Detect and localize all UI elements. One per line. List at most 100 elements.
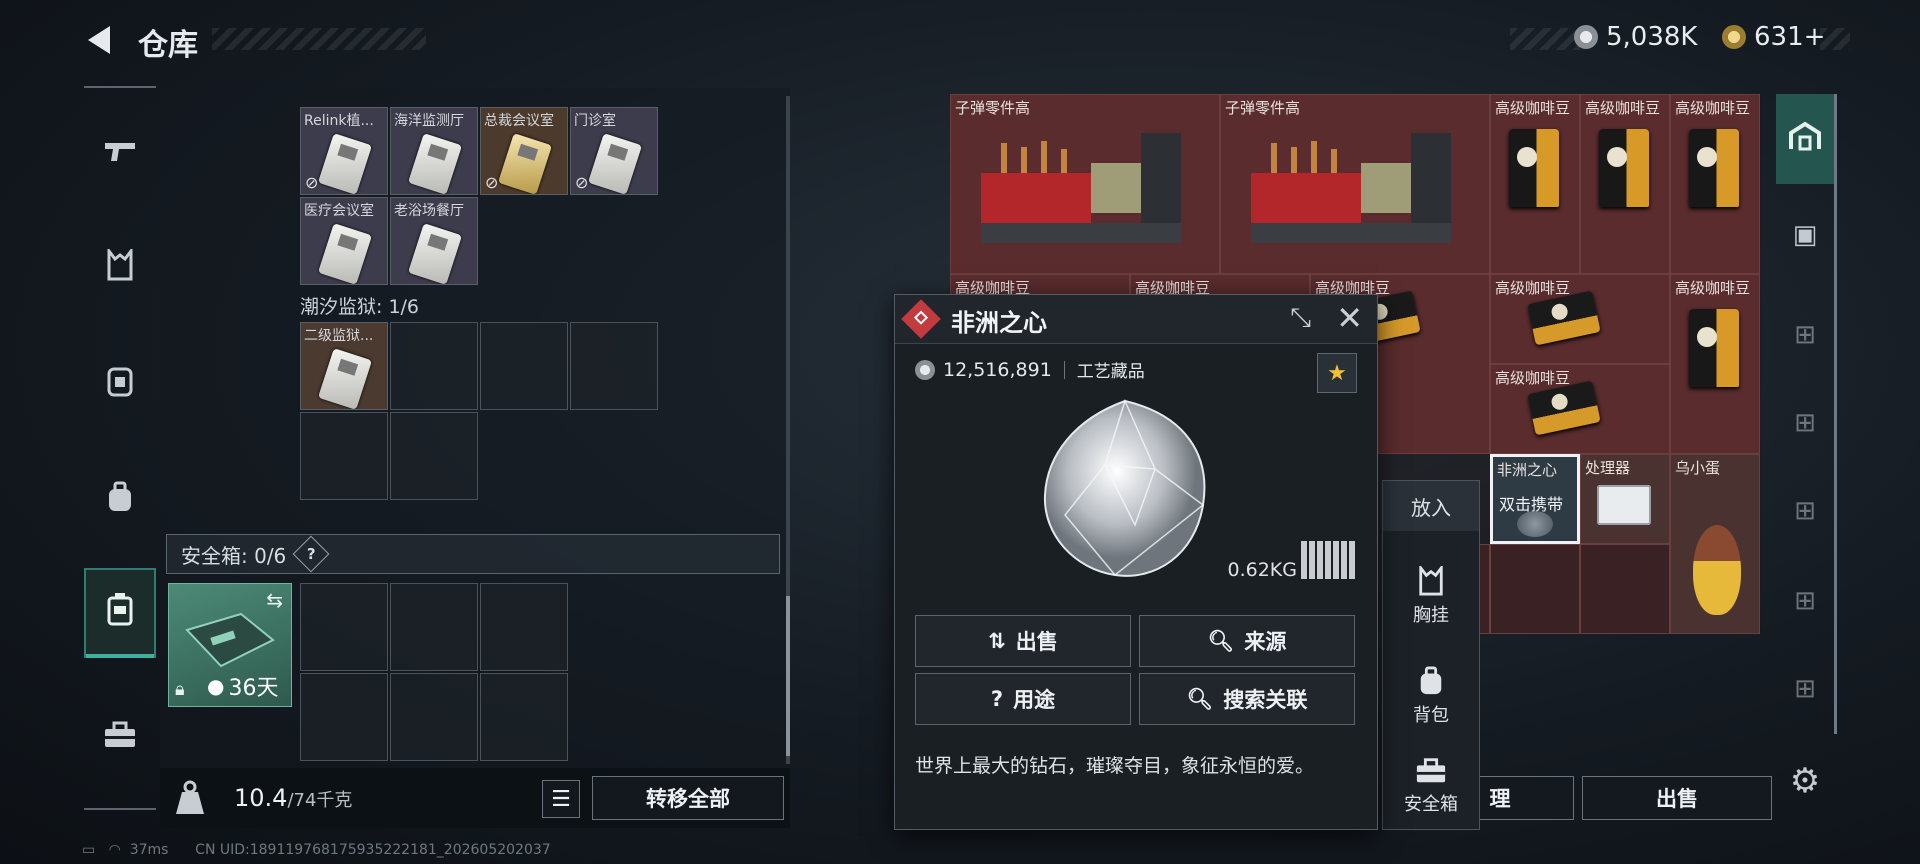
back-button[interactable]: [82, 22, 118, 58]
rail-warehouse-tab[interactable]: [1776, 94, 1834, 184]
key-card-item[interactable]: 门诊室 ⊘: [570, 107, 658, 195]
backpack-icon: [105, 481, 135, 521]
empty-slot[interactable]: [390, 412, 478, 500]
divider: [1063, 360, 1065, 379]
empty-slot[interactable]: [300, 412, 388, 500]
item-label: 高级咖啡豆: [1495, 279, 1571, 297]
timer-value: 36天: [228, 676, 279, 701]
empty-slot[interactable]: [390, 673, 478, 761]
ctx-safebox-label: 安全箱: [1404, 793, 1458, 815]
key-card-item[interactable]: 二级监狱...: [300, 322, 388, 410]
left-scrollbar-track: [786, 96, 790, 764]
collapse-icon[interactable]: ⤡: [1290, 303, 1311, 334]
key-card-item[interactable]: 总裁会议室 ⊘: [480, 107, 568, 195]
empty-slot[interactable]: [1580, 544, 1670, 634]
slot-icon: ⊞: [1794, 320, 1816, 350]
currency-tokens[interactable]: 631+: [1722, 22, 1825, 52]
safe-box-title: 安全箱: 0/6: [181, 543, 287, 568]
help-icon[interactable]: ?: [292, 535, 330, 573]
item-label: 门诊室: [574, 113, 616, 129]
stash-item[interactable]: 高级咖啡豆: [1670, 94, 1760, 274]
empty-slot[interactable]: [390, 322, 478, 410]
empty-slot[interactable]: [300, 673, 388, 761]
stash-item[interactable]: 高级咖啡豆: [1490, 274, 1670, 364]
slot-icon: ⊞: [1794, 496, 1816, 526]
weight-readout: 10.4/74千克: [234, 784, 352, 812]
token-amount: 631+: [1754, 22, 1826, 52]
sell-button[interactable]: ⇅ 出售: [915, 615, 1131, 667]
rail-slot-tab[interactable]: ⊞: [1776, 466, 1834, 556]
list-view-button[interactable]: ☰: [542, 780, 580, 818]
stash-item[interactable]: 处理器: [1580, 454, 1670, 544]
left-scrollbar-thumb[interactable]: [786, 596, 790, 756]
backpack-icon: [1417, 666, 1445, 701]
warehouse-icon: [1788, 121, 1822, 158]
back-arrow-icon: [88, 26, 110, 54]
stash-item[interactable]: 乌小蛋: [1670, 454, 1760, 634]
item-name: 非洲之心: [951, 309, 1047, 337]
rail-backpack-tab[interactable]: [84, 456, 156, 546]
coffee-bag-icon: [1527, 290, 1601, 346]
item-label: Relink植...: [304, 113, 374, 129]
key-card-item[interactable]: 老浴场餐厅: [390, 197, 478, 285]
vest-icon: [1417, 563, 1445, 601]
empty-slot[interactable]: [480, 673, 568, 761]
rail-weapon-tab[interactable]: [84, 108, 156, 198]
empty-slot[interactable]: [480, 583, 568, 671]
rail-toolbox-tab[interactable]: [84, 694, 156, 784]
ammo-crate-icon: [981, 133, 1181, 243]
weight-current: 10.4: [234, 784, 288, 812]
stash-sell-button[interactable]: 出售: [1582, 776, 1772, 820]
ctx-backpack-item[interactable]: 背包: [1383, 651, 1479, 741]
safe-box-item[interactable]: ⇆ 🔒︎ ● 36天: [168, 583, 292, 707]
stash-item[interactable]: 高级咖啡豆: [1490, 94, 1580, 274]
gun-icon: [103, 136, 137, 171]
item-label: 乌小蛋: [1675, 459, 1721, 477]
rail-safebox-tab[interactable]: [84, 568, 156, 658]
source-button[interactable]: 🔍︎ 来源: [1139, 615, 1355, 667]
keycard-icon: [317, 348, 373, 409]
coffee-bag-icon: [1689, 309, 1739, 387]
diamond-thumb-icon: [1517, 511, 1553, 537]
empty-slot[interactable]: [570, 322, 658, 410]
coffee-bag-icon: [1689, 129, 1739, 207]
settings-button[interactable]: ⚙: [1776, 736, 1834, 826]
key-card-item[interactable]: 医疗会议室: [300, 197, 388, 285]
rail-vest-tab[interactable]: [84, 224, 156, 314]
rail-slot-tab[interactable]: ▣: [1776, 190, 1834, 280]
stash-item[interactable]: 高级咖啡豆: [1670, 274, 1760, 454]
rail-slot-tab[interactable]: ⊞: [1776, 556, 1834, 646]
ctx-vest-item[interactable]: 胸挂: [1383, 551, 1479, 641]
close-icon[interactable]: ✕: [1336, 299, 1363, 337]
swap-icon[interactable]: ⇆: [266, 588, 283, 612]
item-detail-popup: 非洲之心 ⤡ ✕ 12,516,891 工艺藏品 ★ 0.62KG ⇅ 出售 🔍︎…: [894, 294, 1378, 830]
rail-slot-tab[interactable]: ⊞: [1776, 644, 1834, 734]
rail-armor-tab[interactable]: [84, 340, 156, 430]
item-label: 高级咖啡豆: [1495, 369, 1571, 387]
key-card-item[interactable]: 海洋监测厅: [390, 107, 478, 195]
stash-item[interactable]: 非洲之心 双击携带: [1490, 454, 1580, 544]
page-title: 仓库: [138, 28, 198, 63]
rail-slot-tab[interactable]: ⊞: [1776, 378, 1834, 468]
item-label: 总裁会议室: [484, 113, 554, 129]
currency-end-decoration: [1820, 28, 1850, 50]
search-icon: 🔍︎: [1207, 628, 1235, 653]
ctx-safebox-item[interactable]: 安全箱: [1383, 743, 1479, 829]
key-card-item[interactable]: Relink植... ⊘: [300, 107, 388, 195]
empty-slot[interactable]: [480, 322, 568, 410]
stash-item[interactable]: 子弹零件高: [950, 94, 1220, 274]
stash-item[interactable]: 高级咖啡豆: [1580, 94, 1670, 274]
favorite-star-icon[interactable]: ★: [1317, 353, 1357, 393]
transfer-all-button[interactable]: 转移全部: [592, 776, 784, 820]
search-related-button[interactable]: 🔍︎ 搜索关联: [1139, 673, 1355, 725]
stash-item[interactable]: 子弹零件高: [1220, 94, 1490, 274]
empty-slot[interactable]: [1490, 544, 1580, 634]
empty-slot[interactable]: [300, 583, 388, 671]
gear-icon: ⚙: [1789, 761, 1821, 801]
empty-slot[interactable]: [390, 583, 478, 671]
lock-icon: 🔒︎: [175, 679, 185, 700]
rail-slot-tab[interactable]: ⊞: [1776, 290, 1834, 380]
usage-button[interactable]: ? 用途: [915, 673, 1131, 725]
item-label: 处理器: [1585, 459, 1631, 477]
stash-item[interactable]: 高级咖啡豆: [1490, 364, 1670, 454]
